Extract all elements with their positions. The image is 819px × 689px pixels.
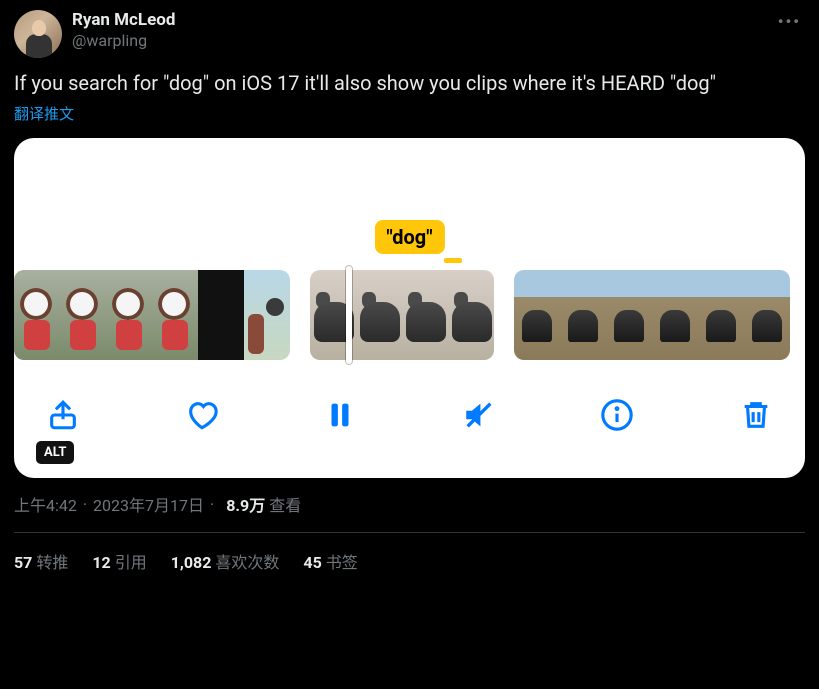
- share-icon[interactable]: [46, 398, 80, 432]
- trash-icon[interactable]: [739, 398, 773, 432]
- video-frame: [514, 270, 560, 360]
- quotes-stat[interactable]: 12 引用: [92, 549, 146, 573]
- video-timeline[interactable]: [14, 270, 805, 360]
- retweets-count: 57: [14, 553, 32, 572]
- pause-icon[interactable]: [323, 398, 357, 432]
- video-frame: [356, 270, 402, 360]
- video-frame: [744, 270, 790, 360]
- info-icon[interactable]: [600, 398, 634, 432]
- quotes-label: 引用: [115, 553, 147, 572]
- more-icon[interactable]: •••: [778, 12, 801, 31]
- video-frame: [106, 270, 152, 360]
- tweet-container: Ryan McLeod @warpling ••• If you search …: [14, 10, 805, 573]
- tweet-time[interactable]: 上午4:42: [14, 492, 77, 516]
- video-frame: [448, 270, 494, 360]
- clip-group[interactable]: [310, 270, 494, 360]
- views-count: 8.9万: [226, 492, 265, 516]
- bookmarks-count: 45: [303, 553, 321, 572]
- views-label: 查看: [269, 492, 301, 516]
- tweet-stats: 57转推 12 引用 1,082喜欢次数 45 书签: [14, 549, 805, 573]
- video-frame: [14, 270, 60, 360]
- quotes-count: 12: [92, 553, 110, 572]
- tweet-text: If you search for "dog" on iOS 17 it'll …: [14, 70, 805, 97]
- likes-stat[interactable]: 1,082喜欢次数: [171, 549, 280, 573]
- bookmarks-label: 书签: [326, 553, 358, 572]
- video-frame: [152, 270, 198, 360]
- tweet-header: Ryan McLeod @warpling •••: [14, 10, 805, 58]
- author-display-name: Ryan McLeod: [72, 10, 175, 31]
- video-frame: [198, 270, 244, 360]
- author-block[interactable]: Ryan McLeod @warpling: [72, 10, 175, 51]
- search-result-tag: "dog": [374, 220, 444, 254]
- heart-icon[interactable]: [185, 398, 219, 432]
- media-card[interactable]: "dog": [14, 138, 805, 478]
- separator-dot: ·: [210, 495, 214, 514]
- video-frame: [652, 270, 698, 360]
- bookmarks-stat[interactable]: 45 书签: [303, 549, 357, 573]
- media-toolbar: [28, 398, 791, 432]
- video-frame: [606, 270, 652, 360]
- video-frame: [244, 270, 290, 360]
- playhead[interactable]: [346, 266, 352, 364]
- separator-dot: ·: [83, 495, 87, 514]
- clip-group[interactable]: [14, 270, 290, 360]
- retweets-label: 转推: [36, 553, 68, 572]
- avatar[interactable]: [14, 10, 62, 58]
- video-frame: [60, 270, 106, 360]
- tweet-date[interactable]: 2023年7月17日: [93, 492, 204, 516]
- video-frame: [560, 270, 606, 360]
- clip-group[interactable]: [514, 270, 790, 360]
- likes-count: 1,082: [171, 553, 212, 572]
- tweet-meta: 上午4:42 · 2023年7月17日 · 8.9万 查看: [14, 492, 805, 516]
- retweets-stat[interactable]: 57转推: [14, 549, 68, 573]
- likes-label: 喜欢次数: [215, 553, 279, 572]
- mute-icon[interactable]: [462, 398, 496, 432]
- video-frame: [402, 270, 448, 360]
- author-handle: @warpling: [72, 31, 175, 51]
- translate-link[interactable]: 翻译推文: [14, 103, 74, 124]
- search-match-marker: [444, 258, 462, 263]
- divider: [14, 532, 805, 533]
- video-frame: [698, 270, 744, 360]
- alt-badge[interactable]: ALT: [36, 441, 74, 464]
